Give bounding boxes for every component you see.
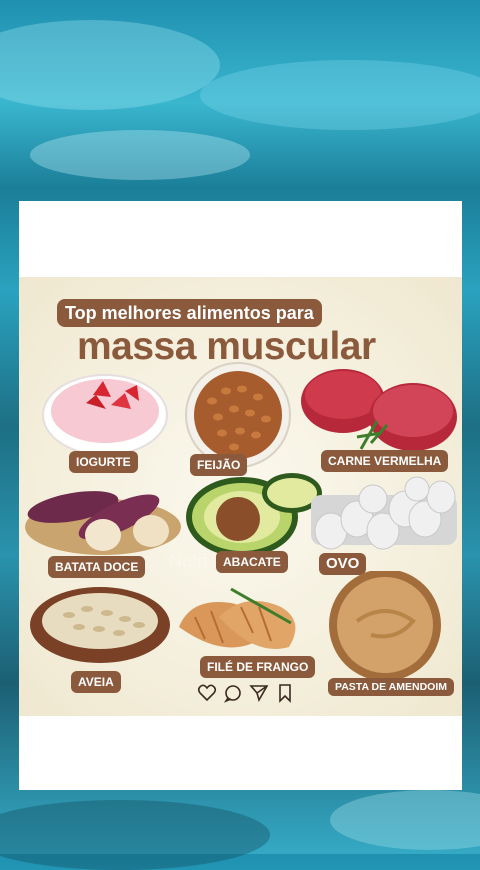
eggs-carton: [309, 473, 459, 557]
post-card: Top melhores alimentos para massa muscul…: [19, 201, 462, 790]
social-actions: [197, 683, 295, 703]
food-label-iogurte: IOGURTE: [69, 451, 138, 473]
yogurt-bowl: [41, 365, 169, 461]
share-icon: [249, 683, 269, 703]
comment-icon: [223, 683, 243, 703]
food-label-batata-doce: BATATA DOCE: [48, 556, 146, 578]
food-label-carne-vermelha: CARNE VERMELHA: [321, 450, 449, 472]
avocado: [182, 469, 322, 561]
chicken-fillet: [171, 577, 311, 663]
bookmark-icon: [275, 683, 295, 703]
food-label-abacate: ABACATE: [216, 551, 288, 573]
food-label-file-de-frango: FILÉ DE FRANGO: [200, 656, 316, 678]
poster-subtitle: Top melhores alimentos para: [57, 299, 322, 327]
peanut-butter: [327, 569, 443, 683]
food-label-aveia: AVEIA: [71, 671, 121, 693]
sweet-potato: [23, 477, 183, 561]
heart-icon: [197, 683, 217, 703]
food-label-pasta-de-amendoim: PASTA DE AMENDOIM: [328, 678, 454, 696]
red-meat: [301, 363, 462, 459]
oats-bowl: [29, 585, 171, 669]
food-poster: Top melhores alimentos para massa muscul…: [19, 277, 462, 716]
